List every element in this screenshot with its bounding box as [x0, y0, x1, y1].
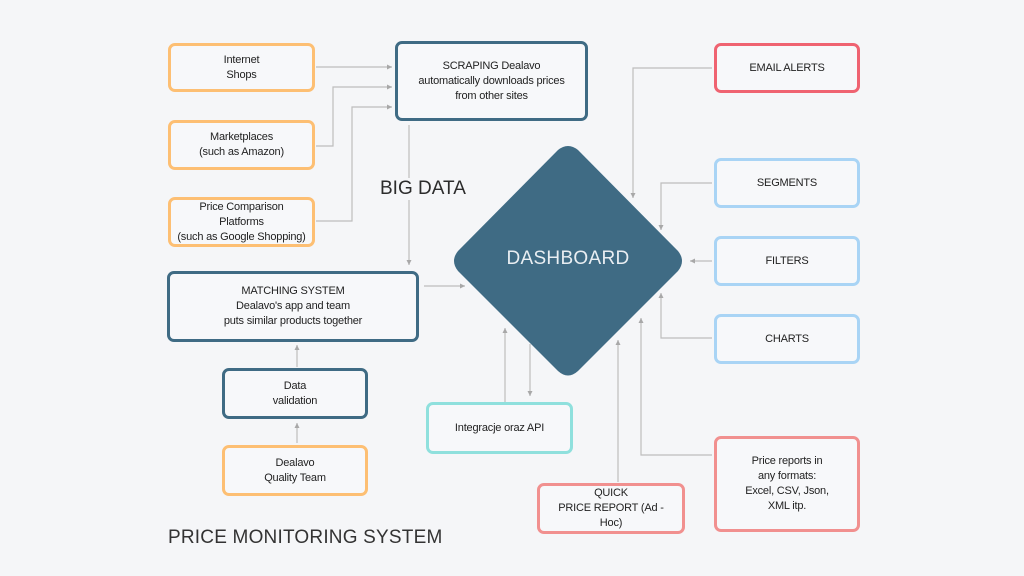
matching-system-box[interactable]: MATCHING SYSTEM Dealavo's app and team p… — [167, 271, 419, 342]
feature-email-alerts[interactable]: EMAIL ALERTS — [714, 43, 860, 93]
feature-filters-label: FILTERS — [765, 254, 809, 267]
price-reports-label: Price reports in any formats: Excel, CSV… — [745, 455, 829, 512]
source-marketplaces[interactable]: Marketplaces (such as Amazon) — [168, 120, 315, 170]
quick-price-report-box[interactable]: QUICK PRICE REPORT (Ad - Hoc) — [537, 483, 685, 534]
matching-system-label: MATCHING SYSTEM Dealavo's app and team p… — [223, 285, 363, 327]
connector-segments-to-dashboard — [658, 182, 712, 230]
integration-api-box[interactable]: Integracje oraz API — [426, 402, 573, 454]
feature-segments[interactable]: SEGMENTS — [714, 158, 860, 208]
feature-email-alerts-label: EMAIL ALERTS — [749, 61, 825, 74]
data-validation-box[interactable]: Data validation — [222, 368, 368, 419]
data-validation-label: Data validation — [272, 379, 318, 407]
quality-team-box[interactable]: Dealavo Quality Team — [222, 445, 368, 496]
feature-charts[interactable]: CHARTS — [714, 314, 860, 364]
connector-charts-to-dashboard — [658, 293, 712, 339]
connector-marketplaces-to-scraping — [316, 84, 392, 147]
feature-filters[interactable]: FILTERS — [714, 236, 860, 286]
integration-api-label: Integracje oraz API — [454, 421, 545, 434]
source-marketplaces-label: Marketplaces (such as Amazon) — [199, 131, 284, 158]
connector-email-alerts-to-dashboard — [630, 67, 712, 198]
feature-charts-label: CHARTS — [765, 332, 809, 345]
connector-comparison-to-scraping — [316, 104, 392, 222]
source-internet-shops[interactable]: Internet Shops — [168, 43, 315, 92]
scraping-label: SCRAPING Dealavo automatically downloads… — [418, 59, 565, 102]
quick-price-report-label: QUICK PRICE REPORT (Ad - Hoc) — [558, 487, 664, 529]
scraping-box[interactable]: SCRAPING Dealavo automatically downloads… — [395, 41, 588, 121]
source-price-comparison-label: Price Comparison Platforms (such as Goog… — [177, 200, 306, 243]
feature-segments-label: SEGMENTS — [756, 176, 818, 189]
dashboard-label: DASHBOARD — [506, 248, 630, 269]
source-internet-shops-label: Internet Shops — [223, 53, 260, 81]
quality-team-label: Dealavo Quality Team — [264, 456, 326, 484]
price-reports-box[interactable]: Price reports in any formats: Excel, CSV… — [714, 436, 860, 532]
page-title: PRICE MONITORING SYSTEM — [168, 527, 443, 548]
big-data-label: BIG DATA — [378, 178, 468, 200]
source-price-comparison[interactable]: Price Comparison Platforms (such as Goog… — [168, 197, 315, 247]
